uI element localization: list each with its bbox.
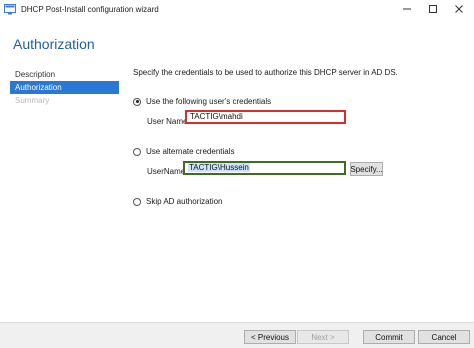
skip-ad-authorization-label: Skip AD authorization <box>146 197 223 206</box>
close-button[interactable] <box>446 0 472 20</box>
skip-ad-authorization-option[interactable]: Skip AD authorization <box>133 197 223 206</box>
next-button: Next > <box>297 330 349 344</box>
nav-item-description[interactable]: Description <box>10 68 119 81</box>
nav-item-summary: Summary <box>15 96 50 105</box>
user-name-label: User Name: <box>147 117 190 126</box>
close-icon <box>454 4 464 16</box>
previous-button[interactable]: < Previous <box>244 330 296 344</box>
use-alternate-credentials-option[interactable]: Use alternate credentials <box>133 147 235 156</box>
cancel-button[interactable]: Cancel <box>418 330 470 344</box>
title-bar: DHCP Post-Install configuration wizard <box>0 0 474 20</box>
radio-selected[interactable] <box>133 97 141 106</box>
use-user-credentials-label: Use the following user's credentials <box>146 97 272 106</box>
nav-item-authorization[interactable]: Authorization <box>10 81 119 94</box>
window-title: DHCP Post-Install configuration wizard <box>21 5 159 14</box>
user-name-value: TACTIG\mahdi <box>190 112 243 121</box>
instructions-text: Specify the credentials to be used to au… <box>133 68 398 77</box>
use-user-credentials-option[interactable]: Use the following user's credentials <box>133 97 271 106</box>
radio-unselected[interactable] <box>133 197 141 206</box>
maximize-icon <box>428 4 438 16</box>
alternate-user-name-label: UserName: <box>147 167 188 176</box>
minimize-icon <box>402 4 412 16</box>
use-alternate-credentials-label: Use alternate credentials <box>146 147 235 156</box>
specify-button[interactable]: Specify... <box>350 162 383 176</box>
user-name-field[interactable]: TACTIG\mahdi <box>185 110 346 124</box>
wizard-footer: < Previous Next > Commit Cancel <box>0 322 474 348</box>
radio-unselected[interactable] <box>133 147 141 156</box>
alternate-user-name-field[interactable]: TACTIG\Hussein <box>183 161 346 175</box>
server-manager-icon <box>4 4 16 15</box>
maximize-button[interactable] <box>420 0 446 20</box>
minimize-button[interactable] <box>394 0 420 20</box>
commit-button[interactable]: Commit <box>363 330 415 344</box>
alternate-user-name-value: TACTIG\Hussein <box>188 163 250 172</box>
page-title: Authorization <box>13 36 95 52</box>
wizard-header: Authorization <box>0 20 474 56</box>
wizard-nav: Description Authorization Summary <box>10 68 119 107</box>
